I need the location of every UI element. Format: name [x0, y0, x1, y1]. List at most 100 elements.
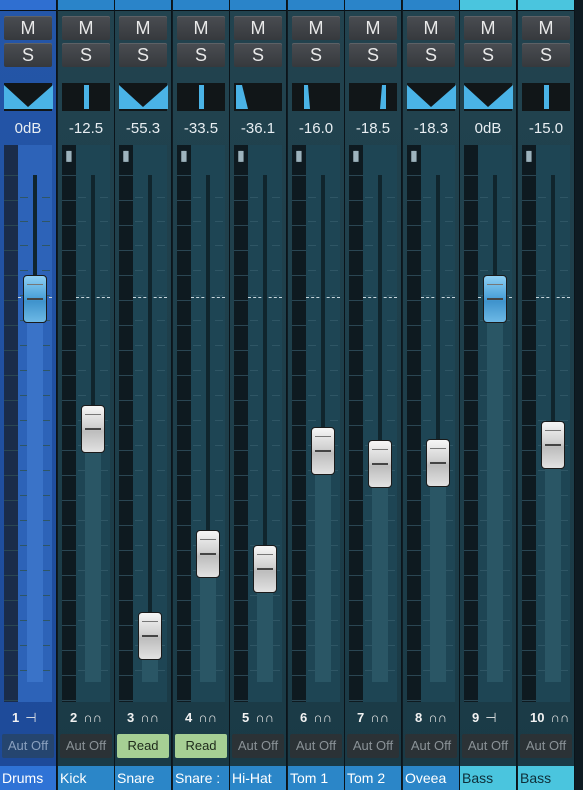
volume-fader-handle[interactable] [368, 439, 392, 488]
automation-mode-button[interactable]: Aut Off [2, 734, 54, 758]
channel-name-label[interactable]: Tom 1 [288, 766, 344, 790]
fader-track-area: ▐▌ [349, 145, 397, 702]
channel-color-bar [230, 0, 286, 11]
mute-button[interactable]: M [522, 16, 570, 40]
solo-button[interactable]: S [4, 43, 52, 67]
solo-button[interactable]: S [407, 43, 455, 67]
volume-fader-handle[interactable] [541, 420, 565, 469]
automation-mode-button[interactable]: Aut Off [60, 734, 112, 758]
meter-icon[interactable]: ▐▌ [120, 151, 132, 161]
waveform-icon[interactable]: ∩∩ [140, 710, 159, 725]
volume-fader-handle[interactable] [81, 405, 105, 453]
pan-control[interactable] [234, 83, 282, 111]
automation-mode-button[interactable]: Aut Off [405, 734, 457, 758]
channel-name-label[interactable]: Snare [115, 766, 171, 790]
fader-fill [372, 463, 388, 682]
solo-button[interactable]: S [522, 43, 570, 67]
solo-button[interactable]: S [292, 43, 340, 67]
channel-number-row: 1 ⊣ [0, 706, 56, 730]
pan-control[interactable] [522, 83, 570, 111]
waveform-icon[interactable]: ∩∩ [198, 710, 217, 725]
channel-name-label[interactable]: Oveea [403, 766, 459, 790]
solo-button[interactable]: S [119, 43, 167, 67]
volume-readout: 0dB [14, 120, 42, 137]
waveform-icon[interactable]: ∩∩ [550, 710, 569, 725]
channel-name-label[interactable]: Bass [460, 766, 516, 790]
mute-button[interactable]: M [349, 16, 397, 40]
solo-button[interactable]: S [464, 43, 512, 67]
input-monitor-icon[interactable]: ⊣ [25, 710, 36, 725]
volume-fader-handle[interactable] [253, 545, 277, 593]
volume-fader-handle[interactable] [196, 530, 220, 578]
waveform-icon[interactable]: ∩∩ [370, 710, 389, 725]
pan-control[interactable] [464, 83, 513, 111]
solo-button[interactable]: S [234, 43, 282, 67]
meter-icon[interactable]: ▐▌ [63, 151, 75, 161]
level-meter: ▐▌ [349, 145, 363, 702]
meter-icon[interactable]: ▐▌ [235, 151, 247, 161]
solo-button[interactable]: S [349, 43, 397, 67]
pan-control[interactable] [177, 83, 225, 111]
channel-name-label[interactable]: Bass [518, 766, 574, 790]
meter-icon[interactable]: ▐▌ [350, 151, 362, 161]
fader-slot [148, 175, 152, 675]
pan-control[interactable] [292, 83, 340, 111]
channel-number: 3 [127, 710, 135, 725]
volume-fader-handle[interactable] [23, 275, 47, 323]
automation-mode-button[interactable]: Aut Off [290, 734, 342, 758]
waveform-icon[interactable]: ∩∩ [428, 710, 447, 725]
level-meter: ▐▌ [522, 145, 536, 702]
solo-button[interactable]: S [62, 43, 110, 67]
pan-control[interactable] [349, 83, 397, 111]
automation-mode-button[interactable]: Aut Off [520, 734, 572, 758]
channel-color-bar [403, 0, 459, 11]
channel-color-bar [173, 0, 229, 11]
waveform-icon[interactable]: ∩∩ [83, 710, 102, 725]
automation-mode-button[interactable]: Aut Off [232, 734, 284, 758]
volume-fader-handle[interactable] [138, 612, 162, 660]
meter-icon[interactable]: ▐▌ [178, 151, 190, 161]
pan-control[interactable] [62, 83, 110, 111]
mute-button[interactable]: M [464, 16, 512, 40]
mute-button[interactable]: M [62, 16, 110, 40]
volume-fader-handle[interactable] [311, 427, 335, 475]
channel-number: 5 [242, 710, 250, 725]
fader-scale [306, 145, 340, 702]
pan-control[interactable] [119, 83, 168, 111]
waveform-icon[interactable]: ∩∩ [255, 710, 274, 725]
mute-button[interactable]: M [119, 16, 167, 40]
volume-readout: 0dB [474, 120, 502, 137]
mute-button[interactable]: M [4, 16, 52, 40]
channel-name-label[interactable]: Drums [0, 766, 56, 790]
mute-button[interactable]: M [234, 16, 282, 40]
meter-icon[interactable]: ▐▌ [523, 151, 535, 161]
automation-mode-button[interactable]: Read [117, 734, 169, 758]
waveform-icon[interactable]: ∩∩ [313, 710, 332, 725]
mute-button[interactable]: M [292, 16, 340, 40]
channel-name-label[interactable]: Kick [58, 766, 114, 790]
fader-fill [315, 451, 331, 682]
volume-fader-handle[interactable] [483, 275, 507, 323]
meter-icon[interactable]: ▐▌ [293, 151, 305, 161]
channel-name-label[interactable]: Snare : [173, 766, 229, 790]
fader-fill [27, 299, 43, 682]
volume-fader-handle[interactable] [426, 438, 450, 487]
automation-mode-button[interactable]: Read [175, 734, 227, 758]
mute-button[interactable]: M [177, 16, 225, 40]
mute-button[interactable]: M [407, 16, 455, 40]
input-monitor-icon[interactable]: ⊣ [485, 710, 496, 725]
fader-fill [430, 462, 446, 682]
channel-name-label[interactable]: Tom 2 [345, 766, 401, 790]
channel-name-label[interactable]: Hi-Hat [230, 766, 286, 790]
channel-number-row: 5 ∩∩ [230, 706, 286, 730]
channel-strip-5: M S -36.1 ▐▌ 5 ∩∩ Aut Off Hi-Hat [230, 0, 287, 790]
channel-number: 6 [300, 710, 308, 725]
meter-icon[interactable]: ▐▌ [408, 151, 420, 161]
pan-control[interactable] [407, 83, 456, 111]
volume-readout: -55.3 [125, 120, 161, 137]
pan-control[interactable] [4, 83, 53, 111]
solo-button[interactable]: S [177, 43, 225, 67]
automation-mode-button[interactable]: Aut Off [462, 734, 514, 758]
fader-scale [76, 145, 110, 702]
automation-mode-button[interactable]: Aut Off [347, 734, 399, 758]
